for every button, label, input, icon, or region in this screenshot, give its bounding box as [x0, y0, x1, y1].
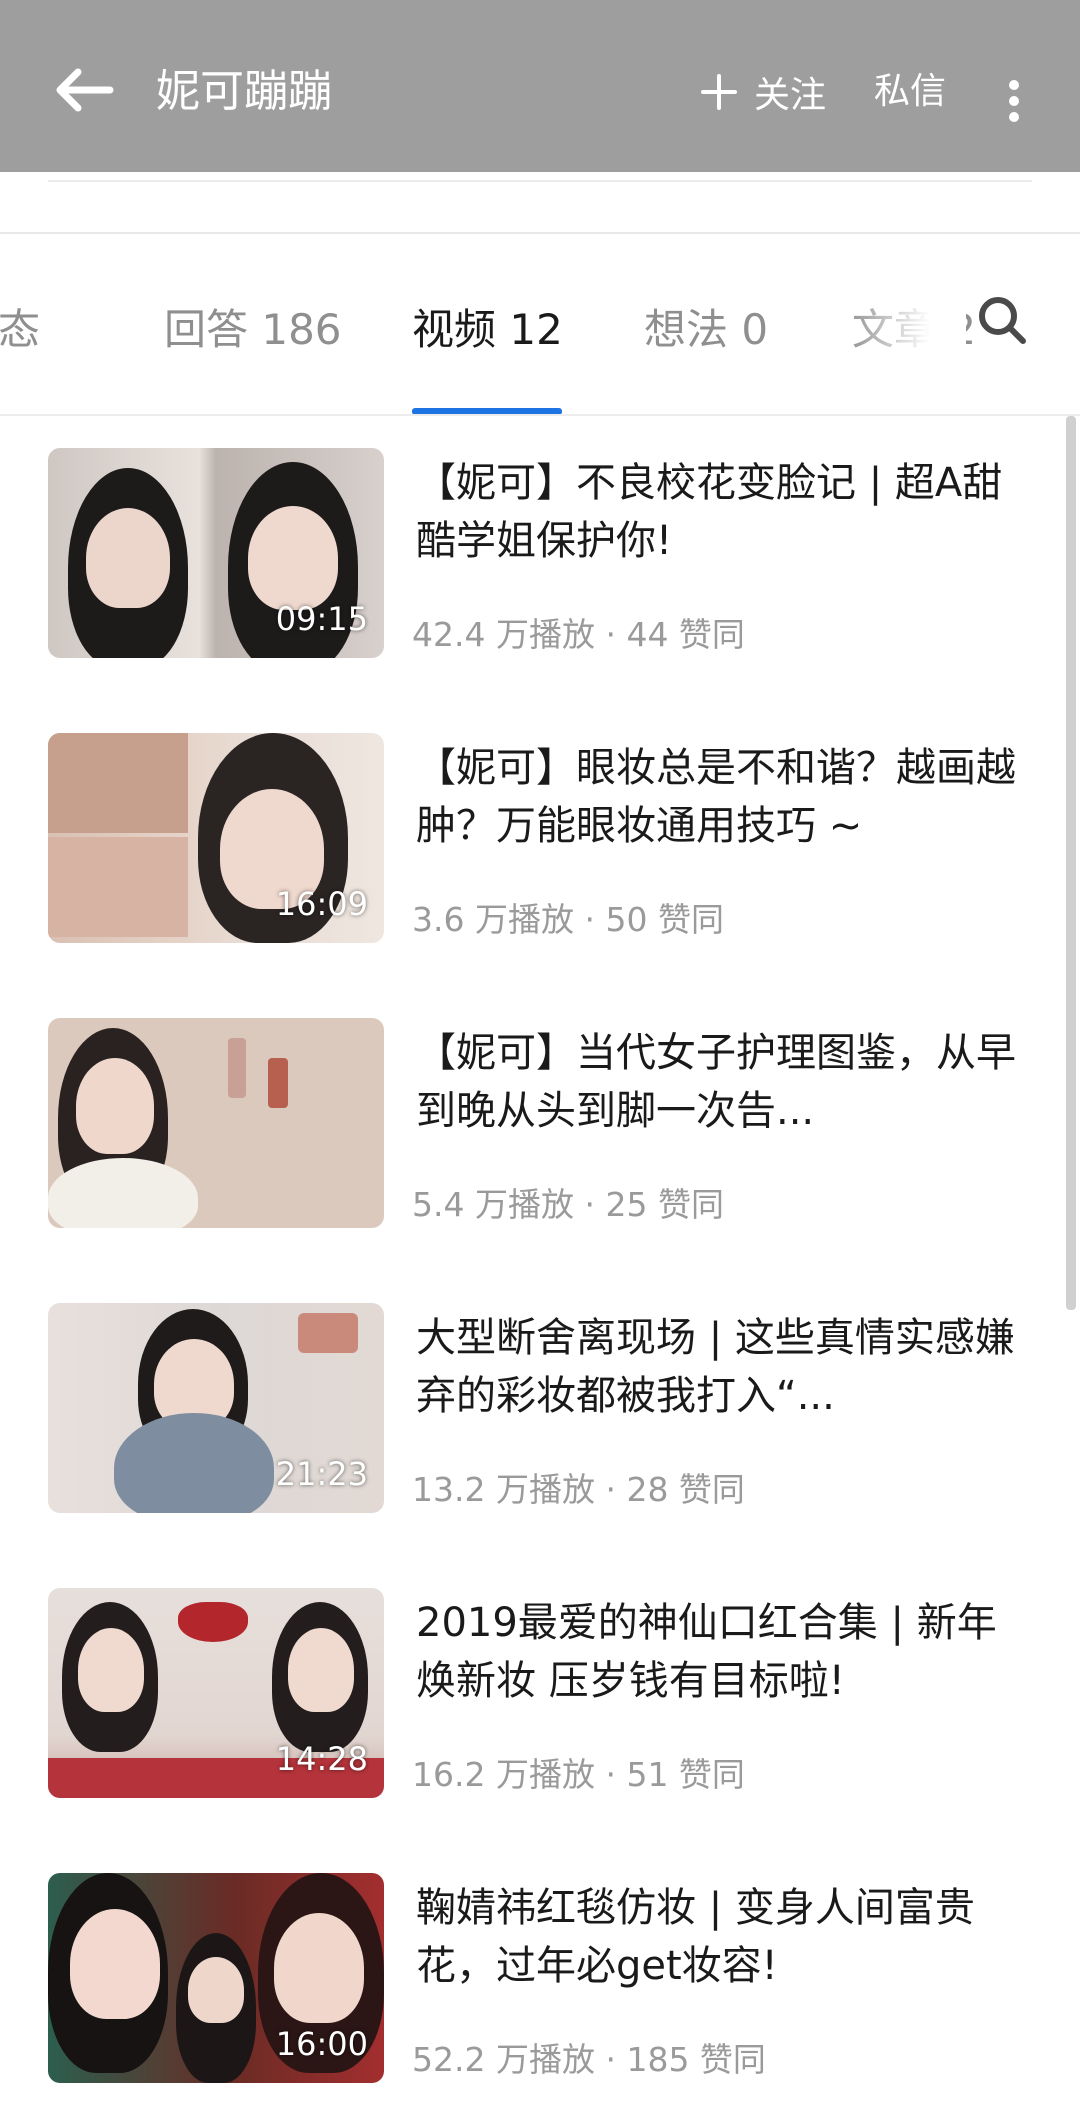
tab-label: 视频 12	[412, 305, 563, 354]
profile-tabs: 动态 回答 186 视频 12 想法 0 文章 2	[0, 234, 1080, 415]
view-count: 42.4 万播放	[412, 615, 595, 654]
message-button[interactable]: 私信	[874, 62, 946, 122]
video-duration: 09:15	[275, 600, 368, 638]
video-duration: 21:23	[275, 1455, 368, 1493]
video-meta: 5.4 万播放 · 25 赞同	[412, 1185, 724, 1224]
video-thumbnail: 21:23	[48, 1303, 384, 1513]
video-item[interactable]: 14:28 2019最爱的神仙口红合集 | 新年焕新妆 压岁钱有目标啦! 16.…	[0, 1556, 1066, 1841]
video-thumbnail: 09:15	[48, 448, 384, 658]
video-title: 鞠婧祎红毯仿妆 | 变身人间富贵花，过年必get妆容!	[416, 1885, 975, 1989]
like-count: 51 赞同	[626, 1755, 745, 1794]
profile-name: 妮可蹦蹦	[156, 66, 332, 117]
like-count: 50 赞同	[605, 900, 724, 939]
search-icon[interactable]	[976, 294, 1028, 346]
tab-label: 动态	[0, 305, 41, 354]
like-count: 44 赞同	[626, 615, 745, 654]
video-item[interactable]: 【妮可】当代女子护理图鉴，从早到晚从头到脚一次告... 5.4 万播放 · 25…	[0, 986, 1066, 1271]
video-thumbnail: 14:28	[48, 1588, 384, 1798]
video-meta: 3.6 万播放 · 50 赞同	[412, 900, 724, 939]
video-meta: 13.2 万播放 · 28 赞同	[412, 1470, 745, 1509]
like-count: 25 赞同	[605, 1185, 724, 1224]
top-bar: 妮可蹦蹦 关注 私信	[0, 0, 1080, 172]
video-meta: 42.4 万播放 · 44 赞同	[412, 615, 745, 654]
video-thumbnail: 16:00	[48, 1873, 384, 2083]
view-count: 5.4 万播放	[412, 1185, 574, 1224]
view-count: 52.2 万播放	[412, 2040, 595, 2079]
video-thumbnail	[48, 1018, 384, 1228]
video-duration: 16:09	[275, 885, 368, 923]
view-count: 16.2 万播放	[412, 1755, 595, 1794]
video-item[interactable]: 09:15 【妮可】不良校花变脸记 | 超A甜酷学姐保护你! 42.4 万播放 …	[0, 416, 1066, 701]
view-count: 3.6 万播放	[412, 900, 574, 939]
video-item[interactable]: 16:09 【妮可】眼妆总是不和谐？越画越肿？万能眼妆通用技巧 ~ 3.6 万播…	[0, 701, 1066, 986]
like-count: 28 赞同	[626, 1470, 745, 1509]
follow-label: 关注	[754, 75, 827, 116]
video-title: 【妮可】眼妆总是不和谐？越画越肿？万能眼妆通用技巧 ~	[416, 745, 1016, 849]
video-title: 2019最爱的神仙口红合集 | 新年焕新妆 压岁钱有目标啦!	[416, 1600, 997, 1704]
tab-label: 文章 2	[852, 305, 977, 354]
like-count: 185 赞同	[626, 2040, 766, 2079]
video-meta: 52.2 万播放 · 185 赞同	[412, 2040, 766, 2079]
plus-icon	[701, 74, 737, 110]
tab-label: 回答 186	[164, 305, 342, 354]
video-title: 【妮可】当代女子护理图鉴，从早到晚从头到脚一次告...	[416, 1030, 1016, 1134]
divider	[48, 180, 1032, 182]
view-count: 13.2 万播放	[412, 1470, 595, 1509]
scrollbar[interactable]	[1066, 416, 1076, 1310]
video-item[interactable]: 21:23 大型断舍离现场 | 这些真情实感嫌弃的彩妆都被我打入“... 13.…	[0, 1271, 1066, 1556]
video-meta: 16.2 万播放 · 51 赞同	[412, 1755, 745, 1794]
video-duration: 16:00	[275, 2025, 368, 2063]
video-item[interactable]: 16:00 鞠婧祎红毯仿妆 | 变身人间富贵花，过年必get妆容! 52.2 万…	[0, 1841, 1066, 2126]
tab-label: 想法 0	[644, 305, 769, 354]
more-vertical-icon[interactable]	[1000, 74, 1028, 126]
video-title: 【妮可】不良校花变脸记 | 超A甜酷学姐保护你!	[416, 460, 1003, 564]
video-title: 大型断舍离现场 | 这些真情实感嫌弃的彩妆都被我打入“...	[416, 1315, 1015, 1419]
back-arrow-icon[interactable]	[52, 62, 116, 118]
video-thumbnail: 16:09	[48, 733, 384, 943]
follow-button[interactable]: 关注	[700, 62, 826, 122]
video-duration: 14:28	[275, 1740, 368, 1778]
